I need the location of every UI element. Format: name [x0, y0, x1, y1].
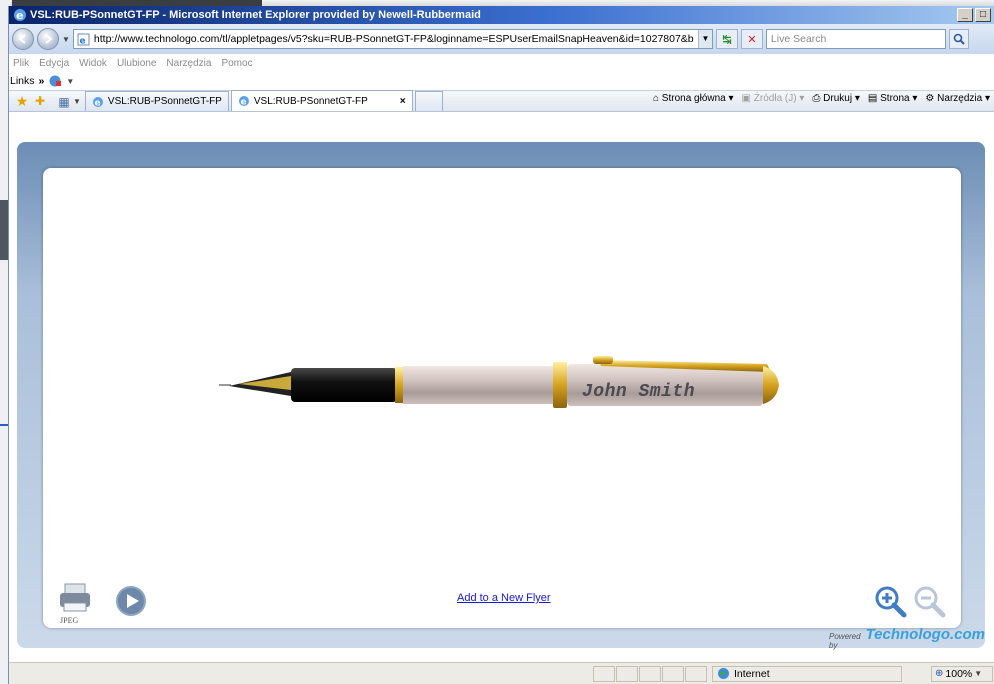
engraving-text: John Smith [582, 382, 696, 402]
status-segment [593, 665, 615, 682]
status-segment [662, 665, 684, 682]
globe-icon [718, 668, 729, 679]
zoom-level[interactable]: ⊕ 100% ▼ [931, 665, 993, 682]
tab-2[interactable]: e VSL:RUB-PSonnetGT-FP × [230, 90, 413, 111]
browser-window: e VSL:RUB-PSonnetGT-FP - Microsoft Inter… [8, 6, 994, 684]
add-to-flyer-link[interactable]: Add to a New Flyer [457, 592, 551, 604]
forward-arrow-icon [45, 34, 53, 44]
powered-by: Powered by Technologo.com [829, 626, 985, 650]
search-input[interactable]: Live Search [765, 29, 946, 49]
fountain-pen-image [219, 356, 779, 408]
menu-bar: Plik Edycja Widok Ulubione Narzędzia Pom… [9, 54, 994, 72]
close-tab-icon[interactable]: × [400, 96, 406, 107]
zoom-out-icon [914, 586, 946, 618]
technologo-logo: Technologo.com [865, 626, 985, 643]
address-dropdown-icon[interactable]: ▼ [697, 30, 712, 48]
page-content: John Smith JPEG Add to a New Flyer Power… [9, 136, 994, 662]
print-button[interactable]: ⎙ Drukuj ▾ [812, 93, 860, 104]
url-text: http://www.technologo.com/tl/appletpages… [93, 33, 694, 45]
status-segment [639, 665, 661, 682]
new-tab-button[interactable] [414, 91, 443, 111]
quick-tabs-icon[interactable]: ▦ [55, 93, 73, 111]
add-favorites-icon[interactable]: ✚ [31, 91, 49, 111]
zoom-out-button[interactable] [912, 584, 946, 618]
favorites-star-icon[interactable]: ★ [13, 91, 31, 111]
play-button[interactable] [115, 585, 147, 617]
tools-label: Narzędzia [937, 93, 983, 104]
zone-label: Internet [734, 667, 770, 680]
menu-item-widok[interactable]: Widok [79, 58, 107, 69]
viewer-canvas: John Smith JPEG Add to a New Flyer [43, 168, 961, 628]
print-label: Drukuj [823, 93, 853, 104]
home-label: Strona główna [661, 93, 726, 104]
links-chevron[interactable]: » [39, 75, 45, 87]
tab-page-icon: e [238, 96, 249, 108]
menu-item-ulubione[interactable]: Ulubione [117, 58, 156, 69]
menu-item-narzedzia[interactable]: Narzędzia [166, 58, 211, 69]
svg-text:e: e [79, 36, 85, 46]
status-text-area [9, 666, 593, 682]
address-field[interactable]: e http://www.technologo.com/tl/appletpag… [72, 29, 713, 49]
security-zone[interactable]: Internet [712, 665, 902, 682]
zoom-in-button[interactable] [873, 584, 907, 618]
window-title: VSL:RUB-PSonnetGT-FP - Microsoft Interne… [30, 9, 481, 21]
tab-1[interactable]: e VSL:RUB-PSonnetGT-FP [84, 91, 229, 111]
back-arrow-icon [18, 34, 26, 44]
feeds-label: Źródła (J) [753, 93, 797, 104]
zoom-icon: ⊕ [935, 668, 944, 679]
menu-item-edycja[interactable]: Edycja [39, 58, 69, 69]
tab-list-dropdown-icon[interactable]: ▼ [73, 97, 81, 106]
tab-label: VSL:RUB-PSonnetGT-FP [107, 96, 222, 107]
menu-item-plik[interactable]: Plik [13, 58, 29, 69]
home-button[interactable]: ⌂ Strona główna ▾ [653, 93, 734, 104]
history-dropdown-icon[interactable]: ▼ [62, 35, 70, 44]
search-button[interactable] [948, 29, 969, 49]
command-bar: ⌂ Strona główna ▾ ▣ Źródła (J) ▾ ⎙ Druku… [653, 93, 990, 104]
status-segment [685, 665, 707, 682]
forward-button[interactable] [37, 28, 59, 50]
play-icon [116, 586, 146, 616]
maximize-button[interactable]: □ [975, 8, 991, 22]
minimize-button[interactable]: _ [957, 8, 973, 22]
page-button[interactable]: ▤ Strona ▾ [868, 93, 918, 104]
svg-text:e: e [240, 98, 246, 108]
zoom-dropdown-icon[interactable]: ▼ [974, 669, 982, 678]
links-bar: Links » ▼ [9, 72, 994, 90]
back-button[interactable] [12, 28, 34, 50]
status-segment [616, 665, 638, 682]
page-label: Strona [880, 93, 910, 104]
printer-icon [60, 583, 90, 612]
jpeg-label: JPEG [60, 616, 79, 625]
zoom-label: 100% [945, 667, 973, 680]
zoom-in-icon [875, 586, 907, 618]
page-icon: e [77, 33, 90, 46]
refresh-button[interactable]: ↹ [715, 29, 738, 49]
viewer-frame: John Smith JPEG Add to a New Flyer Power… [17, 142, 985, 650]
stop-button[interactable]: ✕ [740, 29, 763, 49]
links-item-icon[interactable] [48, 74, 62, 88]
links-dropdown-icon[interactable]: ▼ [66, 77, 74, 86]
search-icon [953, 33, 965, 45]
ie-logo-icon: e [14, 9, 26, 22]
tab-row: ★ ✚ ▦ ▼ e VSL:RUB-PSonnetGT-FP e VSL:RUB… [9, 90, 994, 112]
svg-text:e: e [16, 9, 23, 22]
powered-by-label: Powered by [829, 632, 861, 650]
feeds-button[interactable]: ▣ Źródła (J) ▾ [742, 93, 805, 104]
title-bar: e VSL:RUB-PSonnetGT-FP - Microsoft Inter… [9, 6, 994, 24]
tools-button[interactable]: ⚙ Narzędzia ▾ [925, 93, 990, 104]
tab-page-icon: e [92, 96, 103, 108]
tab-label: VSL:RUB-PSonnetGT-FP [253, 95, 368, 107]
links-label: Links [10, 75, 35, 87]
svg-text:e: e [94, 98, 100, 108]
jpeg-export-button[interactable]: JPEG [57, 583, 93, 625]
menu-item-pomoc[interactable]: Pomoc [221, 58, 252, 69]
address-row: ▼ e http://www.technologo.com/tl/appletp… [9, 24, 994, 54]
status-bar: Internet ⊕ 100% ▼ [9, 662, 994, 684]
